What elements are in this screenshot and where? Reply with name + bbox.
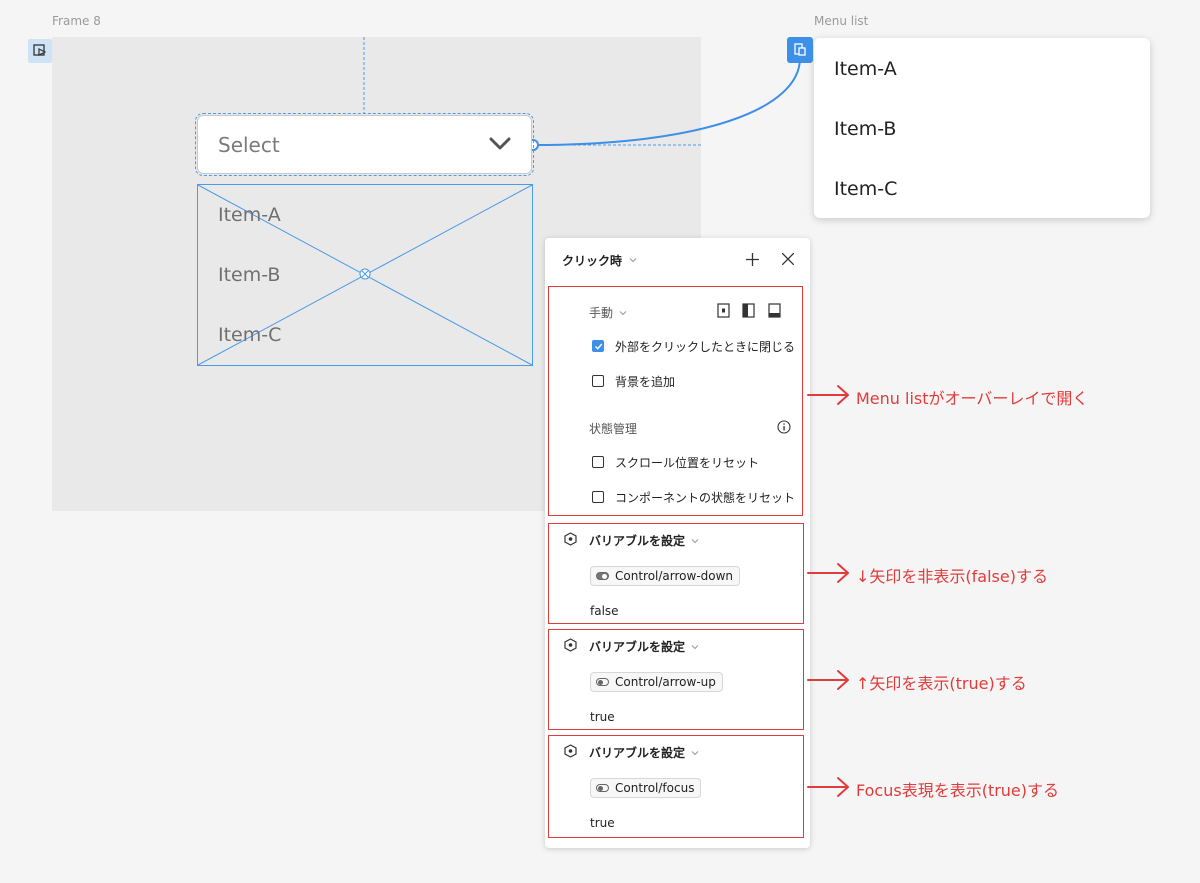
annotation-arrow-down: ↓矢印を非表示(false)する: [856, 567, 1048, 586]
annotation-focus: Focus表現を表示(true)する: [856, 781, 1060, 800]
annotation-arrows: [807, 385, 849, 797]
annotation-overlay: Menu listがオーバーレイで開く: [856, 389, 1089, 408]
annotation-arrow-up: ↑矢印を表示(true)する: [856, 674, 1027, 693]
